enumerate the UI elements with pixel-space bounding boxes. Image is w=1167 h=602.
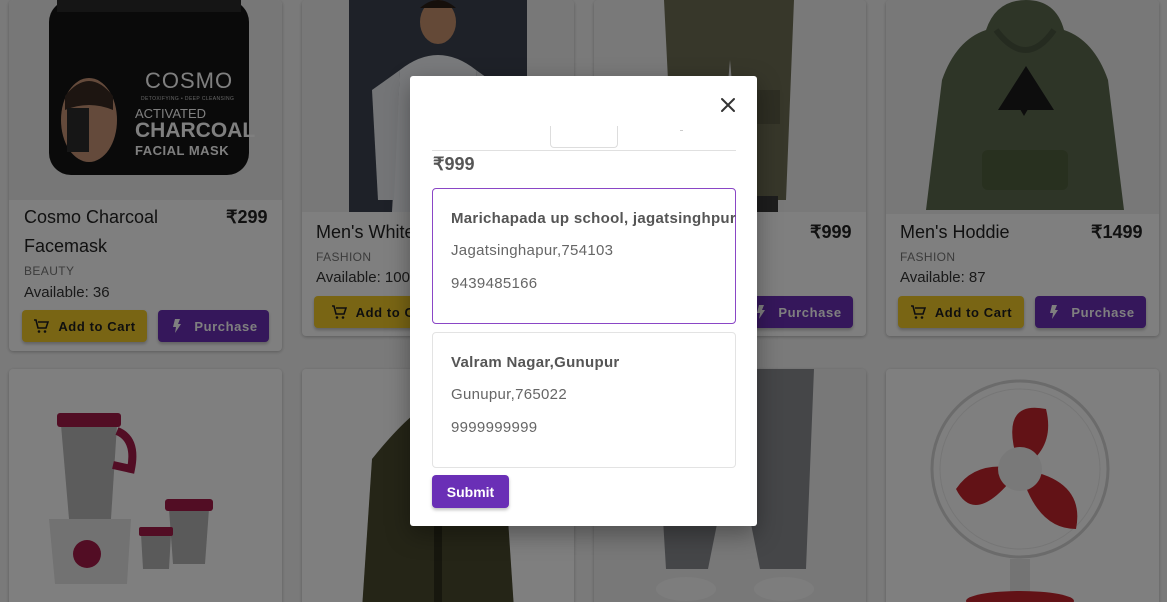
scrolled-content-mark <box>680 130 683 131</box>
address-line1: Valram Nagar,Gunupur <box>451 354 620 371</box>
address-city-pincode: Gunupur,765022 <box>451 386 567 403</box>
order-price: ₹999 <box>433 154 475 174</box>
address-line1: Marichapada up school, jagatsinghpur <box>451 210 737 227</box>
close-button[interactable] <box>719 96 737 114</box>
divider <box>432 150 736 151</box>
scrolled-content-edge <box>550 126 618 148</box>
address-phone: 9439485166 <box>451 275 538 292</box>
address-select-dialog: ₹999 Marichapada up school, jagatsinghpu… <box>410 76 757 526</box>
address-phone: 9999999999 <box>451 419 538 436</box>
address-option-2[interactable]: Valram Nagar,Gunupur Gunupur,765022 9999… <box>432 332 736 468</box>
address-city-pincode: Jagatsinghapur,754103 <box>451 242 614 259</box>
submit-button[interactable]: Submit <box>432 475 509 508</box>
address-option-1[interactable]: Marichapada up school, jagatsinghpur Jag… <box>432 188 736 324</box>
close-icon <box>721 98 735 112</box>
